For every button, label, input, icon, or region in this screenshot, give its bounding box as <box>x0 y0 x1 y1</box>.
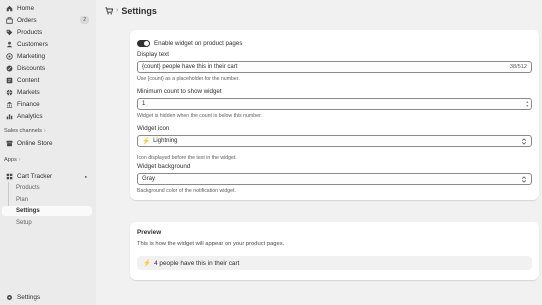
chart-icon <box>5 113 13 121</box>
person-icon <box>5 41 13 49</box>
page-header: › Settings <box>105 4 157 17</box>
widget-icon-select[interactable]: ⚡ Lightning <box>137 135 532 147</box>
stepper-down-icon[interactable]: ▼ <box>525 104 529 108</box>
apps-label: Apps <box>4 157 17 163</box>
tag-icon <box>5 29 13 37</box>
widget-background-value: Gray <box>142 176 156 182</box>
sidebar-item-label: Home <box>17 5 35 12</box>
lightning-icon: ⚡ <box>143 260 152 267</box>
breadcrumb-chevron-icon: › <box>116 7 119 14</box>
home-icon <box>5 5 13 13</box>
app-sub-item-label: Settings <box>16 208 40 214</box>
min-count-label: Minimum count to show widget <box>137 88 222 95</box>
sidebar-item-label: Discounts <box>17 65 46 72</box>
app-sub-item-label: Setup <box>16 220 32 226</box>
enable-widget-row: Enable widget on product pages <box>137 40 242 47</box>
sales-channels-section[interactable]: Sales channels › <box>4 128 46 134</box>
gear-icon <box>5 294 13 302</box>
sidebar-item-analytics[interactable]: Analytics <box>2 111 92 122</box>
display-text-field[interactable]: {count} people have this in their cart 3… <box>137 61 532 73</box>
apps-section[interactable]: Apps › <box>4 157 20 163</box>
enable-widget-label: Enable widget on product pages <box>154 40 243 47</box>
widget-background-help: Background color of the notification wid… <box>137 188 236 194</box>
character-count: 38/512 <box>509 64 527 70</box>
discount-icon <box>5 65 13 73</box>
app-sub-item-label: Plan <box>16 197 29 203</box>
widget-background-label: Widget background <box>137 163 191 170</box>
widget-preview-text: 4 people have this in their cart <box>154 259 240 267</box>
globe-icon <box>5 89 13 97</box>
widget-icon-label: Widget icon <box>137 125 170 132</box>
sales-channels-label: Sales channels <box>4 128 42 134</box>
preview-help: This is how the widget will appear on yo… <box>137 241 285 247</box>
chevron-right-icon: › <box>43 128 46 134</box>
sidebar-item-settings[interactable]: Settings <box>2 292 92 303</box>
widget-background-select[interactable]: Gray <box>137 173 532 185</box>
enable-widget-toggle[interactable] <box>137 40 150 47</box>
sidebar-item-customers[interactable]: Customers <box>2 39 92 50</box>
lightning-icon: ⚡ <box>142 138 151 145</box>
bank-icon <box>5 101 13 109</box>
sidebar-item-online-store[interactable]: Online Store <box>2 138 92 149</box>
sidebar-item-label: Products <box>17 29 43 36</box>
app-sub-item-setup[interactable]: Setup <box>2 218 92 228</box>
min-count-field[interactable]: 1 ▲ ▼ <box>137 98 532 110</box>
sidebar-item-home[interactable]: Home <box>2 3 92 14</box>
sidebar-item-cart-tracker[interactable]: Cart Tracker ● <box>2 171 92 182</box>
app-sub-item-plan[interactable]: Plan <box>2 195 92 205</box>
grid-icon <box>5 173 13 181</box>
sidebar-item-finance[interactable]: Finance <box>2 99 92 110</box>
content-icon <box>5 77 13 85</box>
sidebar-item-content[interactable]: Content <box>2 75 92 86</box>
store-icon <box>5 140 13 148</box>
sidebar-item-label: Markets <box>17 89 40 96</box>
cart-icon[interactable] <box>105 2 114 20</box>
sidebar-item-label: Content <box>17 77 40 84</box>
app-sub-item-settings[interactable]: Settings <box>2 206 92 216</box>
sidebar-item-marketing[interactable]: Marketing <box>2 51 92 62</box>
preview-card: Preview This is how the widget will appe… <box>130 222 539 280</box>
sidebar-item-label: Settings <box>17 294 41 301</box>
sidebar-item-label: Cart Tracker <box>17 173 53 180</box>
widget-preview: ⚡ 4 people have this in their cart <box>137 256 532 270</box>
sidebar-item-discounts[interactable]: Discounts <box>2 63 92 74</box>
chevron-right-icon: › <box>18 157 21 163</box>
settings-card: Enable widget on product pages Display t… <box>130 30 539 200</box>
sidebar-item-label: Orders <box>17 17 37 24</box>
sidebar-item-products[interactable]: Products <box>2 27 92 38</box>
widget-icon-value: Lightning <box>153 138 178 144</box>
preview-title: Preview <box>137 229 162 236</box>
sidebar-item-markets[interactable]: Markets <box>2 87 92 98</box>
display-text-value: {count} people have this in their cart <box>142 64 238 70</box>
page-title: Settings <box>121 5 157 16</box>
display-text-help: Use {count} as a placeholder for the num… <box>137 76 240 82</box>
sidebar-item-label: Analytics <box>17 113 43 120</box>
min-count-help: Widget is hidden when the count is below… <box>137 113 262 119</box>
app-sub-item-products[interactable]: Products <box>2 183 92 193</box>
sidebar-item-orders[interactable]: Orders 2 <box>2 15 92 26</box>
widget-icon-help: Icon displayed before the text in the wi… <box>137 155 237 161</box>
sidebar: Home Orders 2 Products Customers Marketi… <box>0 0 96 305</box>
app-sub-item-label: Products <box>16 185 40 191</box>
select-chevron-icon <box>521 138 527 145</box>
sidebar-item-label: Finance <box>17 101 40 108</box>
display-text-label: Display text <box>137 51 169 58</box>
orders-icon <box>5 17 13 25</box>
select-chevron-icon <box>521 176 527 183</box>
pin-icon[interactable]: ● <box>85 174 87 179</box>
orders-count-badge: 2 <box>80 16 89 24</box>
sidebar-item-label: Online Store <box>17 140 53 147</box>
number-stepper[interactable]: ▲ ▼ <box>525 100 529 108</box>
sidebar-item-label: Customers <box>17 41 48 48</box>
sidebar-item-label: Marketing <box>17 53 46 60</box>
target-icon <box>5 53 13 61</box>
min-count-value: 1 <box>142 101 146 107</box>
